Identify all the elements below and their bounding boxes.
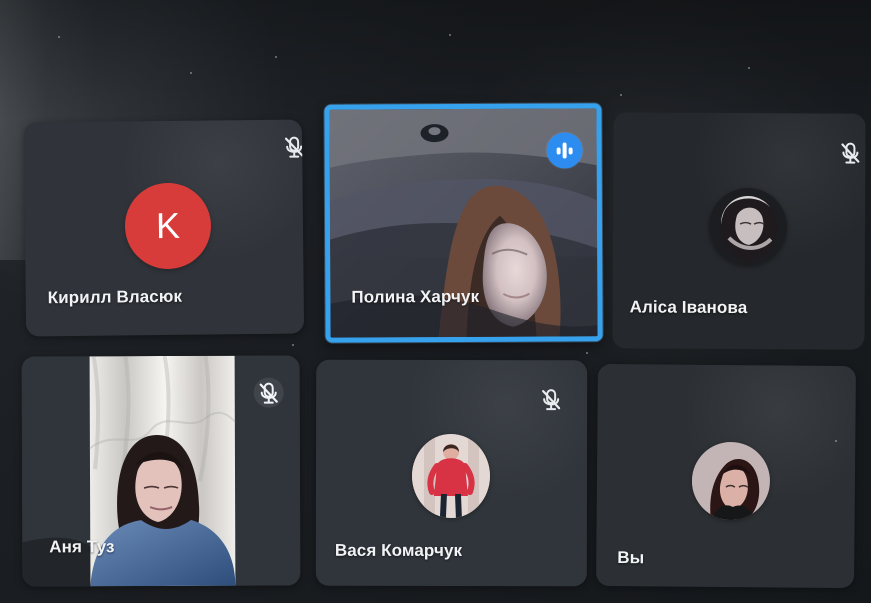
participant-tile-self[interactable]: Вы bbox=[596, 363, 856, 589]
avatar bbox=[691, 441, 771, 521]
participant-tile-alisa-ivanova[interactable]: Аліса Іванова bbox=[612, 112, 866, 350]
screen-dust bbox=[586, 352, 588, 354]
mic-off-icon bbox=[253, 377, 284, 408]
screen-dust bbox=[748, 67, 750, 69]
screen-dust bbox=[58, 36, 60, 38]
participant-tile-anya-tuz[interactable]: Аня Туз bbox=[21, 355, 301, 587]
screen-dust bbox=[190, 72, 192, 74]
participant-tile-polina-kharchuk[interactable]: Полина Харчук bbox=[324, 103, 603, 343]
participant-name: Вася Комарчук bbox=[334, 540, 463, 561]
mic-off-icon bbox=[542, 389, 561, 411]
audio-level-icon bbox=[546, 132, 583, 169]
participant-name: Полина Харчук bbox=[351, 286, 480, 307]
mic-off-icon bbox=[841, 142, 860, 164]
avatar bbox=[411, 433, 491, 519]
participant-name: Аня Туз bbox=[49, 537, 115, 557]
avatar bbox=[708, 187, 788, 267]
screen-dust bbox=[620, 94, 622, 96]
participant-tile-kirill-vlasyuk[interactable]: K Кирилл Власюк bbox=[23, 119, 305, 337]
video-call-grid: K Кирилл Власюк Полина Харчук Аліса Іван… bbox=[0, 0, 871, 603]
screen-dust bbox=[292, 344, 294, 346]
mic-off-icon bbox=[284, 136, 304, 158]
participant-name: Кирилл Власюк bbox=[47, 286, 183, 308]
participant-name: Аліса Іванова bbox=[629, 297, 748, 318]
participant-tile-vasya-komarchuk[interactable]: Вася Комарчук bbox=[315, 359, 588, 587]
participant-name: Вы bbox=[617, 548, 645, 568]
screen-dust bbox=[449, 34, 451, 36]
screen-shadow bbox=[0, 0, 871, 118]
avatar: K bbox=[124, 182, 212, 270]
screen-dust bbox=[275, 56, 277, 58]
